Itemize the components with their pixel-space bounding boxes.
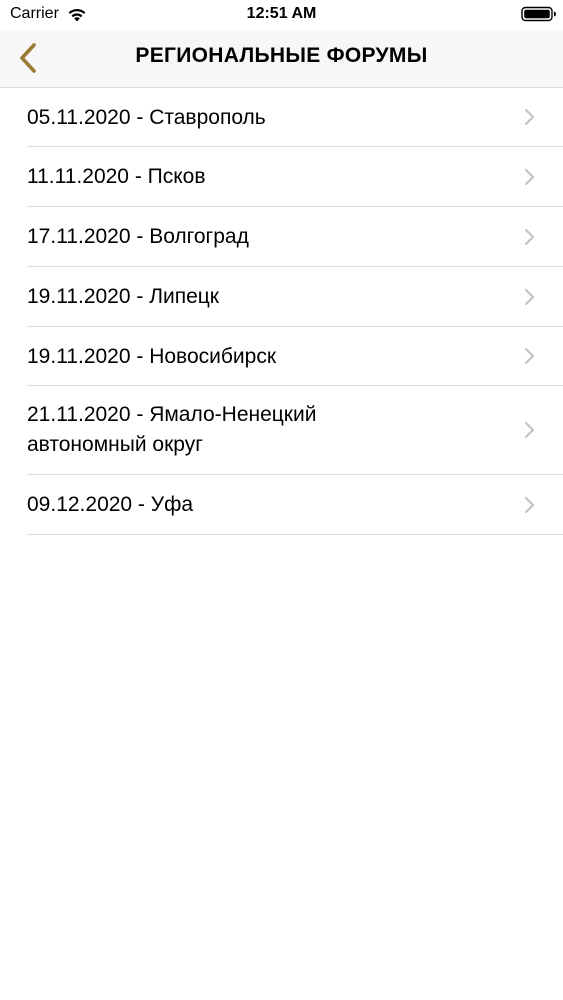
forum-row[interactable]: 19.11.2020 - Новосибирск — [27, 327, 563, 386]
forum-list: 05.11.2020 - Ставрополь 11.11.2020 - Пск… — [0, 88, 563, 535]
forum-row[interactable]: 11.11.2020 - Псков — [27, 147, 563, 207]
forum-row[interactable]: 19.11.2020 - Липецк — [27, 267, 563, 327]
forum-row[interactable]: 09.12.2020 - Уфа — [27, 475, 563, 535]
chevron-right-icon — [524, 108, 535, 126]
chevron-right-icon — [524, 421, 535, 439]
forum-row[interactable]: 05.11.2020 - Ставрополь — [27, 88, 563, 147]
forum-row-label: 05.11.2020 - Ставрополь — [27, 106, 266, 129]
forum-row[interactable]: 21.11.2020 - Ямало-Ненецкий автономный о… — [27, 386, 563, 475]
status-time: 12:51 AM — [246, 5, 317, 22]
chevron-right-icon — [524, 496, 535, 513]
forum-row-label: 11.11.2020 - Псков — [27, 165, 206, 188]
forum-row-label: 19.11.2020 - Новосибирск — [27, 345, 277, 368]
forum-row[interactable]: 17.11.2020 - Волгоград — [27, 207, 563, 267]
navigation-bar: РЕГИОНАЛЬНЫЕ ФОРУМЫ — [0, 30, 563, 88]
back-button[interactable] — [10, 40, 46, 76]
status-bar: Carrier 12:51 AM — [0, 0, 563, 30]
chevron-left-icon — [20, 43, 36, 73]
forum-row-label: 17.11.2020 - Волгоград — [27, 225, 249, 248]
chevron-right-icon — [524, 288, 535, 305]
chevron-right-icon — [524, 168, 535, 185]
battery-icon — [521, 6, 556, 22]
chevron-right-icon — [524, 228, 535, 245]
screen: Carrier 12:51 AM РЕГИОНАЛЬНЫЕ ФОРУМЫ 05.… — [0, 0, 563, 1000]
chevron-right-icon — [524, 347, 535, 365]
page-title: РЕГИОНАЛЬНЫЕ ФОРУМЫ — [135, 44, 428, 67]
forum-row-label: 19.11.2020 - Липецк — [27, 285, 219, 308]
forum-row-label: 21.11.2020 - Ямало-Ненецкий автономный о… — [27, 403, 317, 456]
forum-row-label: 09.12.2020 - Уфа — [27, 493, 194, 516]
